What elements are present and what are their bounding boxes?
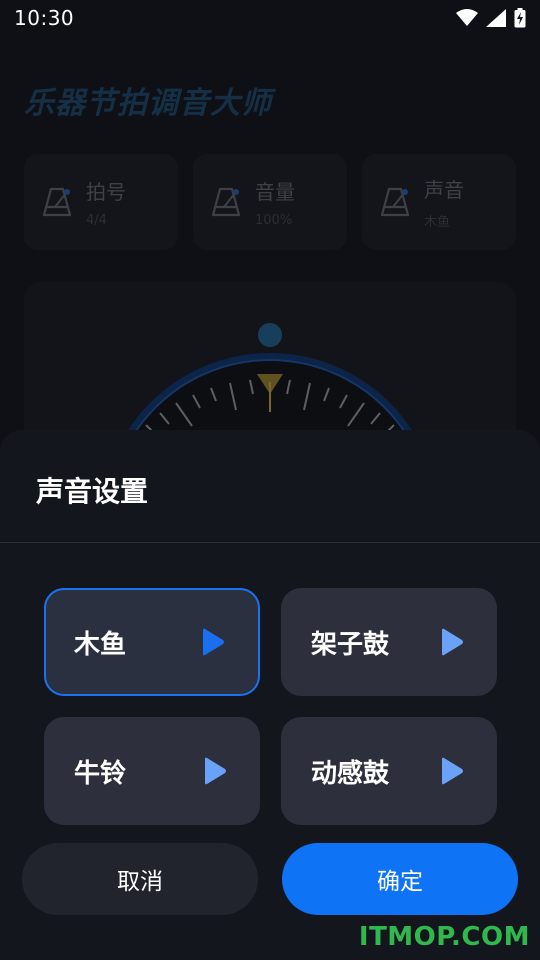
cancel-button[interactable]: 取消 [22,843,258,915]
option-label: 牛铃 [74,758,127,789]
play-icon[interactable] [441,627,465,657]
confirm-button[interactable]: 确定 [282,843,518,915]
sound-option-muyu[interactable]: 木鱼 [44,588,260,696]
signal-icon [486,9,506,27]
status-bar: 10:30 [0,0,540,36]
wifi-icon [456,9,478,26]
option-label: 架子鼓 [311,629,390,660]
battery-charging-icon [514,8,526,28]
divider [0,542,540,543]
play-icon[interactable] [441,756,465,786]
status-time: 10:30 [14,6,75,30]
sound-option-cowbell[interactable]: 牛铃 [44,717,260,825]
play-icon[interactable] [204,756,228,786]
sheet-title: 声音设置 [36,475,149,508]
sound-settings-sheet: 声音设置 木鱼 架子鼓 牛铃 动感鼓 取消 确定 [0,430,540,960]
sound-option-dynamic-drum[interactable]: 动感鼓 [281,717,497,825]
watermark: ITMOP.COM [358,922,530,952]
play-icon[interactable] [202,627,226,657]
option-label: 动感鼓 [311,758,390,789]
status-icons [456,8,526,28]
option-label: 木鱼 [74,629,127,660]
sound-option-drumkit[interactable]: 架子鼓 [281,588,497,696]
